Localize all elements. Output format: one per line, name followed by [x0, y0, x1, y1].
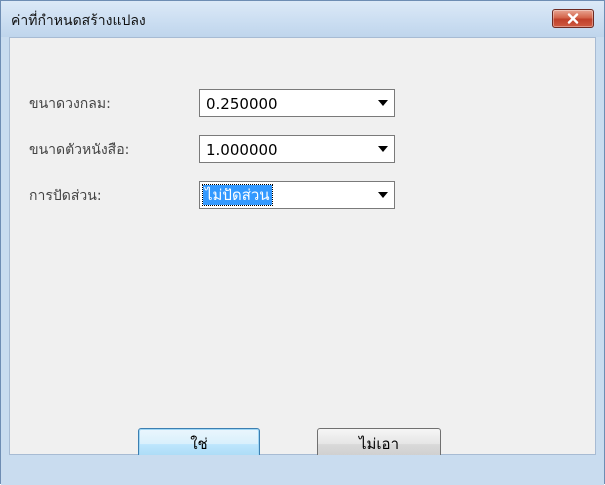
dialog-window: ค่าที่กำหนดสร้างแปลง ขนาดวงกลม: 0.250000…: [0, 0, 605, 485]
dialog-body: ขนาดวงกลม: 0.250000 ขนาดตัวหนังสือ: 1.00…: [9, 37, 596, 460]
circle-size-dropdown[interactable]: 0.250000: [199, 89, 395, 117]
close-icon: [567, 13, 579, 24]
ok-button-label: ใช่: [190, 435, 208, 453]
text-size-value: 1.000000: [206, 141, 278, 159]
close-button[interactable]: [552, 9, 594, 28]
window-frame-bottom: [1, 455, 604, 485]
circle-size-value: 0.250000: [206, 95, 278, 113]
chevron-down-icon: [378, 100, 388, 106]
rounding-dropdown[interactable]: ไม่ปัดส่วน: [199, 181, 395, 209]
text-size-dropdown[interactable]: 1.000000: [199, 135, 395, 163]
rounding-value: ไม่ปัดส่วน: [202, 184, 273, 206]
chevron-down-icon: [378, 146, 388, 152]
rounding-label: การปัดส่วน:: [29, 188, 102, 204]
window-title: ค่าที่กำหนดสร้างแปลง: [11, 13, 146, 29]
chevron-down-icon: [378, 192, 388, 198]
title-bar[interactable]: ค่าที่กำหนดสร้างแปลง: [1, 1, 604, 37]
circle-size-label: ขนาดวงกลม:: [29, 96, 111, 112]
cancel-button-label: ไม่เอา: [359, 435, 399, 453]
text-size-label: ขนาดตัวหนังสือ:: [29, 142, 130, 158]
